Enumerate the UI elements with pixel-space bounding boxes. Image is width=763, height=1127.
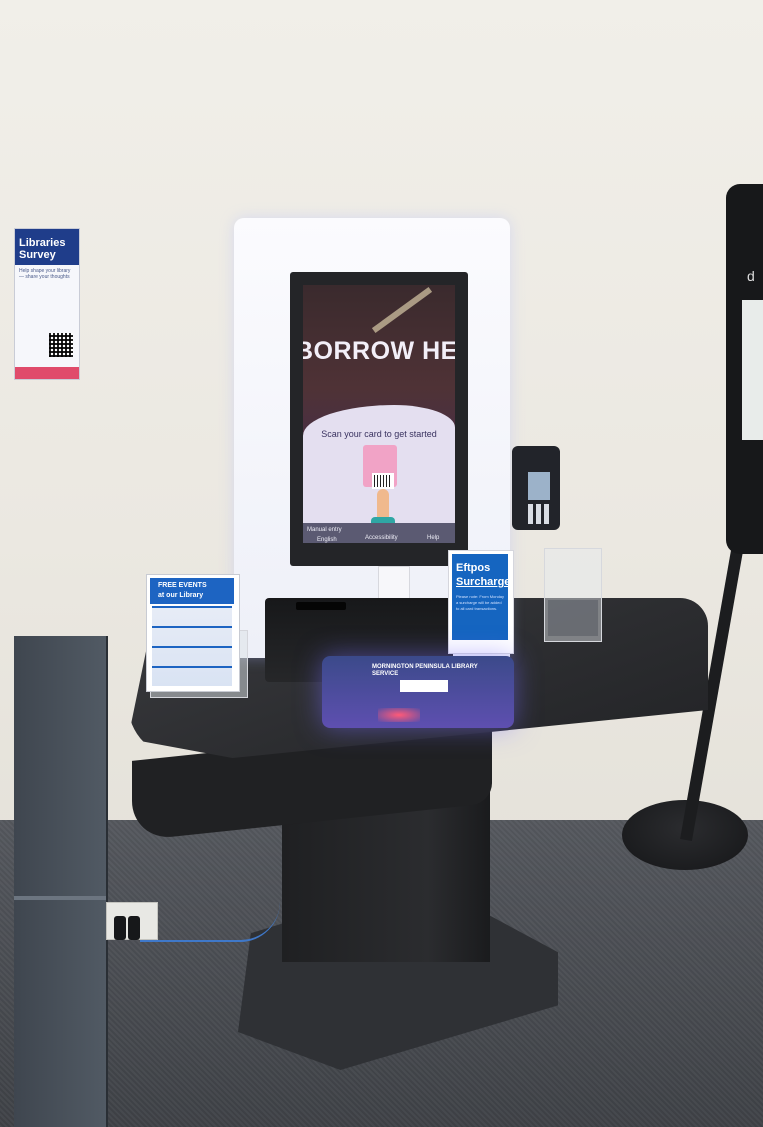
terminal-keypad[interactable] [528,504,552,524]
grey-cabinet [14,636,108,1127]
brochure-title-line1: FREE EVENTS [158,582,207,589]
screen-headline: BORROW HERE [303,337,455,365]
barcode-icon [372,473,394,489]
eftpos-sign-line2: Surcharge [456,576,511,588]
accessibility-button[interactable]: Accessibility [365,535,398,541]
brochure-event-grid [152,606,232,686]
cabinet-edge [14,896,106,900]
terminal-screen [528,472,550,500]
help-button[interactable]: Help [427,535,439,541]
plug-icon [128,916,140,940]
brochure-title-line2: at our Library [158,592,204,599]
eftpos-sign-line1: Eftpos [456,562,491,574]
survey-poster: Libraries Survey Help shape your library… [14,228,80,380]
kiosk-screen[interactable]: BORROW HERE Scan your card to get starte… [303,285,455,543]
stand-panel-insert [742,300,763,440]
scan-mat-card-area [400,680,448,692]
stand-letter: d [747,268,755,284]
poster-footer-strip [15,367,79,379]
language-button[interactable]: English [317,537,337,543]
card-slot[interactable] [296,602,346,610]
scanner-light [378,708,420,722]
scan-mat-title: MORNINGTON PENINSULA LIBRARY SERVICE [372,664,478,677]
network-cable [140,900,280,942]
plug-icon [114,916,126,940]
ceiling-light-reflection [371,287,433,333]
manual-entry-button[interactable]: Manual entry [307,527,342,533]
poster-heading: Libraries Survey [15,229,79,265]
eftpos-sign-note: Please note: From Monday a surcharge wil… [456,594,505,611]
holder-contents [548,600,598,636]
qr-code-icon [49,333,73,357]
poster-question: Help shape your library — share your tho… [19,268,71,280]
screen-instruction: Scan your card to get started [321,429,437,439]
